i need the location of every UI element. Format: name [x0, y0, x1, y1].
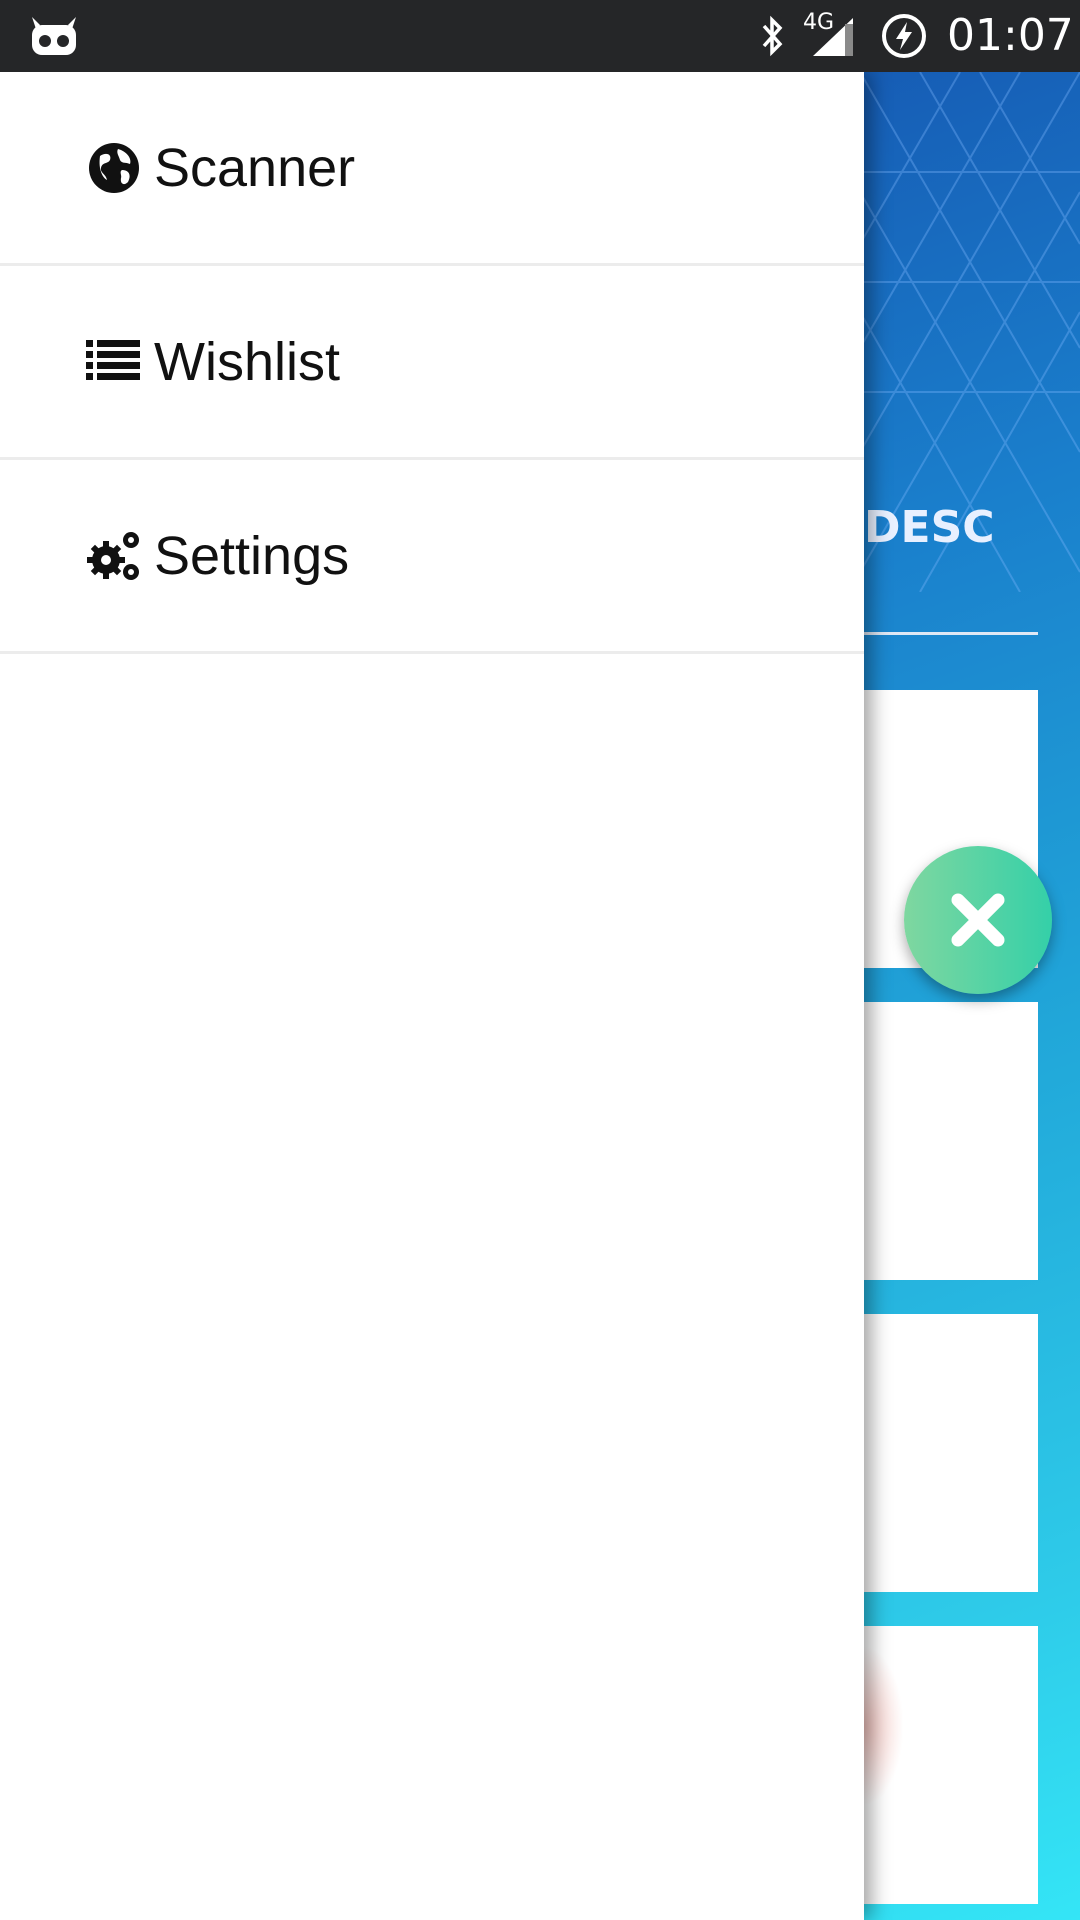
clock: 01:07 — [947, 10, 1074, 61]
battery-saver-icon — [882, 14, 926, 58]
drawer-item-wishlist[interactable]: Wishlist — [0, 266, 864, 460]
close-icon — [951, 893, 1005, 947]
tab-indicator — [864, 632, 1038, 635]
screen: 4G 01:07 DESC Scanner Wishlist Settings — [0, 0, 1080, 1920]
drawer-item-settings[interactable]: Settings — [0, 460, 864, 654]
signal-icon — [813, 18, 853, 56]
card-image-blur — [864, 1646, 904, 1806]
list-icon — [86, 339, 140, 380]
list-card[interactable] — [864, 1002, 1038, 1280]
globe-icon — [89, 142, 139, 193]
status-bar: 4G 01:07 — [0, 0, 1080, 72]
gears-icon — [87, 531, 139, 580]
robot-icon — [32, 17, 76, 55]
drawer-item-label: Wishlist — [154, 331, 340, 392]
list-card[interactable] — [864, 1314, 1038, 1592]
list-card[interactable] — [864, 1626, 1038, 1904]
bluetooth-icon — [762, 15, 783, 57]
close-fab-button[interactable] — [904, 846, 1052, 994]
sort-order-tab[interactable]: DESC — [864, 502, 995, 553]
drawer-item-label: Settings — [154, 525, 350, 586]
drawer-item-label: Scanner — [154, 137, 356, 198]
drawer-item-scanner[interactable]: Scanner — [0, 72, 864, 266]
navigation-drawer: Scanner Wishlist Settings — [0, 72, 864, 1920]
